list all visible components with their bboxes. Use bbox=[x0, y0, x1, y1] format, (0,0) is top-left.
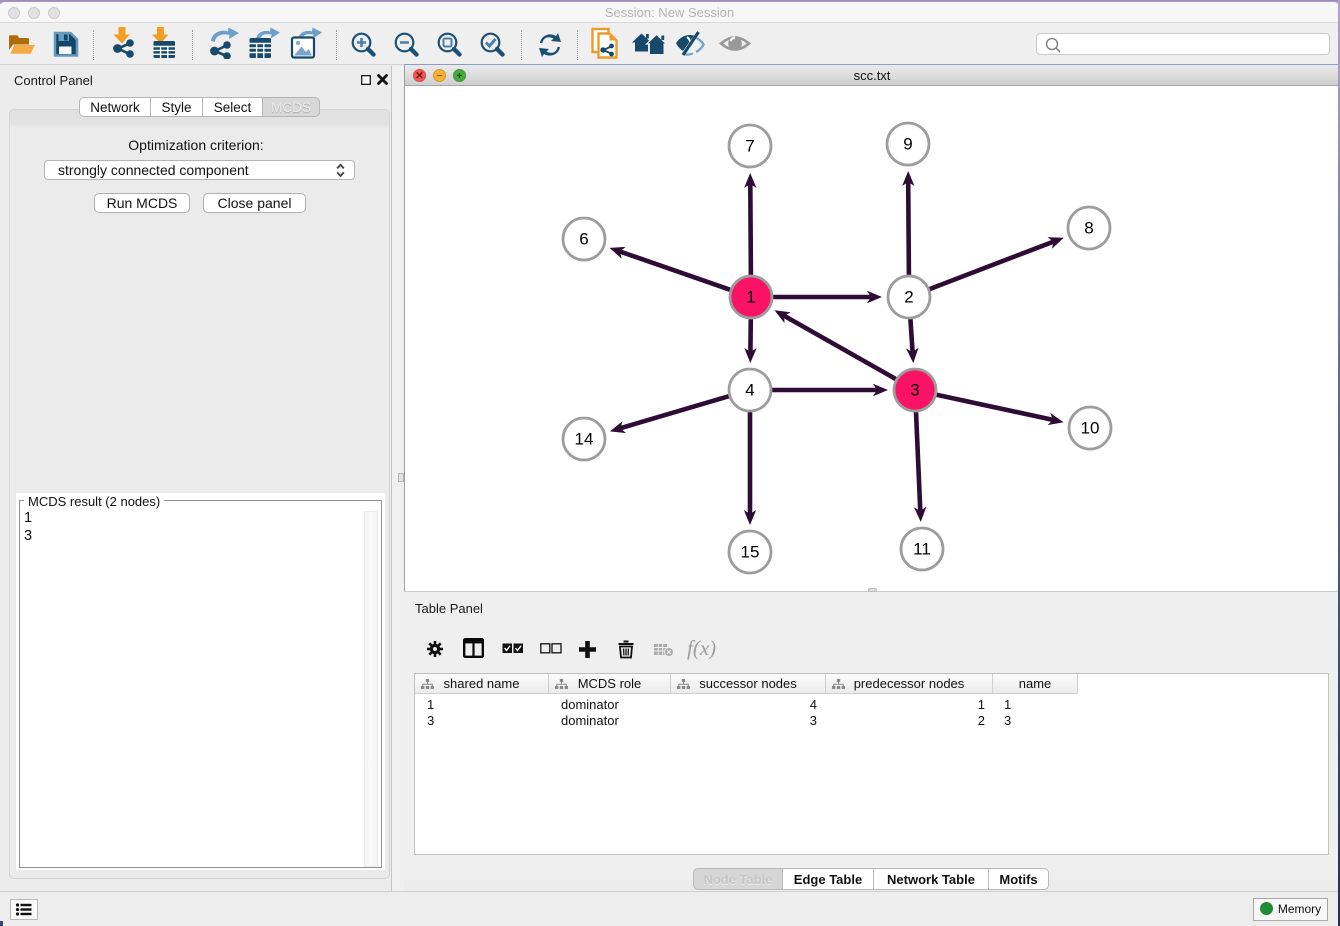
svg-text:6: 6 bbox=[579, 230, 588, 249]
svg-text:3: 3 bbox=[910, 381, 919, 400]
svg-text:10: 10 bbox=[1081, 419, 1100, 438]
svg-text:7: 7 bbox=[745, 137, 754, 156]
svg-text:9: 9 bbox=[903, 135, 912, 154]
svg-text:1: 1 bbox=[746, 288, 755, 307]
svg-text:2: 2 bbox=[904, 288, 913, 307]
svg-text:15: 15 bbox=[741, 543, 760, 562]
svg-text:11: 11 bbox=[913, 540, 931, 559]
svg-text:4: 4 bbox=[745, 381, 754, 400]
svg-text:14: 14 bbox=[575, 430, 594, 449]
svg-text:8: 8 bbox=[1084, 219, 1093, 238]
